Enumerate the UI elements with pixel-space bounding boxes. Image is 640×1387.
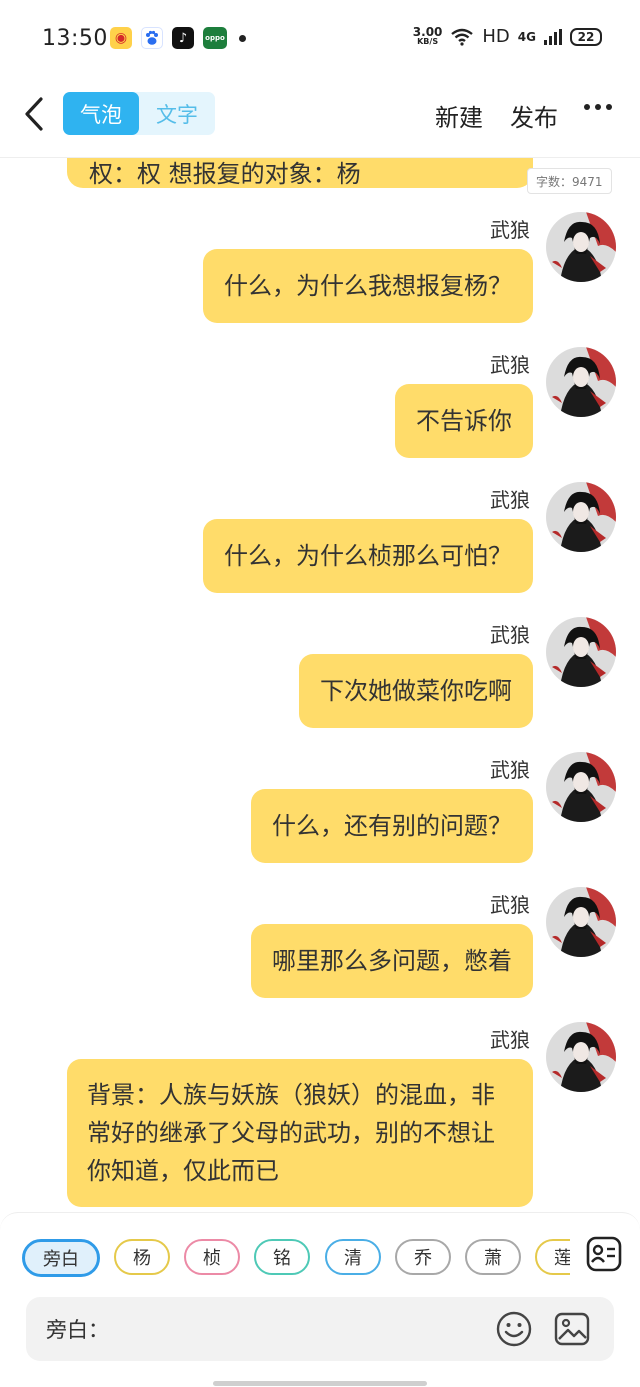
image-button[interactable] (553, 1310, 591, 1348)
avatar[interactable] (546, 347, 616, 417)
tab-bubble[interactable]: 气泡 (63, 92, 139, 135)
weibo-icon: ◉ (110, 27, 132, 49)
character-chip[interactable]: 旁白 (22, 1239, 100, 1277)
contact-card-icon (586, 1236, 622, 1272)
more-dot (595, 104, 601, 110)
avatar[interactable] (546, 617, 616, 687)
image-icon (554, 1312, 590, 1346)
avatar[interactable] (546, 482, 616, 552)
new-button[interactable]: 新建 (435, 98, 483, 133)
status-bar: 13:50 ◉ ♪ oppo 3.00 KB/S HD 4G 22 (0, 0, 640, 80)
home-indicator[interactable] (213, 1381, 427, 1386)
sender-name: 武狼 (490, 488, 530, 512)
character-chip[interactable]: 萧 (465, 1239, 521, 1275)
more-dot (584, 104, 590, 110)
back-button[interactable] (16, 94, 52, 134)
message-input[interactable]: 旁白： (26, 1297, 614, 1361)
sender-name: 武狼 (490, 623, 530, 647)
smiley-icon (496, 1311, 532, 1347)
wifi-icon (451, 28, 474, 46)
tiktok-icon: ♪ (172, 27, 194, 49)
input-panel: 旁白杨桢铭清乔萧莲 旁白： (0, 1212, 640, 1387)
avatar[interactable] (546, 887, 616, 957)
network-type: 4G (517, 29, 536, 44)
avatar[interactable] (546, 212, 616, 282)
message-bubble[interactable]: 不告诉你 (395, 384, 533, 458)
hd-indicator: HD (482, 26, 510, 47)
character-chip[interactable]: 桢 (184, 1239, 240, 1275)
sender-name: 武狼 (490, 758, 530, 782)
more-menu-button[interactable] (584, 104, 612, 110)
publish-button[interactable]: 发布 (510, 98, 558, 133)
message-bubble[interactable]: 哪里那么多问题，憋着 (251, 924, 533, 998)
more-dot (606, 104, 612, 110)
message-bubble[interactable]: 什么，为什么桢那么可怕？ (203, 519, 533, 593)
avatar[interactable] (546, 752, 616, 822)
status-indicators: 3.00 KB/S HD 4G 22 (413, 26, 602, 47)
title-bar: 气泡 文字 新建 发布 (0, 80, 640, 158)
message-bubble[interactable]: 下次她做菜你吃啊 (299, 654, 533, 728)
sender-name: 武狼 (490, 218, 530, 242)
message-bubble[interactable]: 背景：人族与妖族（狼妖）的混血，非常好的继承了父母的武功，别的不想让你知道，仅此… (67, 1059, 533, 1207)
more-notifications-dot (239, 34, 246, 42)
message-bubble[interactable]: 什么，还有别的问题？ (251, 789, 533, 863)
emoji-button[interactable] (495, 1310, 533, 1348)
character-chip[interactable]: 铭 (254, 1239, 310, 1275)
word-count-badge: 字数：9471 (527, 168, 612, 194)
notification-icons: ◉ ♪ oppo (110, 27, 246, 49)
baidu-icon (141, 27, 163, 49)
character-selector: 旁白杨桢铭清乔萧莲 (22, 1239, 570, 1279)
tab-text[interactable]: 文字 (139, 92, 215, 135)
avatar[interactable] (546, 1022, 616, 1092)
message-bubble[interactable]: 什么，为什么我想报复杨？ (203, 249, 533, 323)
character-chip[interactable]: 乔 (395, 1239, 451, 1275)
character-chip[interactable]: 莲 (535, 1239, 570, 1275)
status-time: 13:50 (42, 26, 108, 51)
mode-switch: 气泡 文字 (63, 92, 215, 135)
sender-name: 武狼 (490, 893, 530, 917)
input-speaker-label: 旁白： (46, 1318, 109, 1342)
character-chip[interactable]: 杨 (114, 1239, 170, 1275)
chat-area[interactable]: 权：权 想报复的对象：杨 字数：9471 武狼 什么，为什么我想报复杨？ 武狼 不告诉… (0, 158, 640, 1212)
message-text: 权：权 想报复的对象：杨 (89, 160, 361, 188)
battery-indicator: 22 (570, 27, 602, 46)
sender-name: 武狼 (490, 353, 530, 377)
net-speed: 3.00 KB/S (412, 24, 443, 46)
character-chip[interactable]: 清 (325, 1239, 381, 1275)
character-manage-button[interactable] (585, 1235, 623, 1273)
oppo-icon: oppo (203, 27, 227, 49)
message-bubble-partial[interactable]: 权：权 想报复的对象：杨 (67, 158, 533, 188)
signal-icon (544, 28, 562, 45)
chevron-left-icon (25, 97, 43, 131)
sender-name: 武狼 (490, 1028, 530, 1052)
